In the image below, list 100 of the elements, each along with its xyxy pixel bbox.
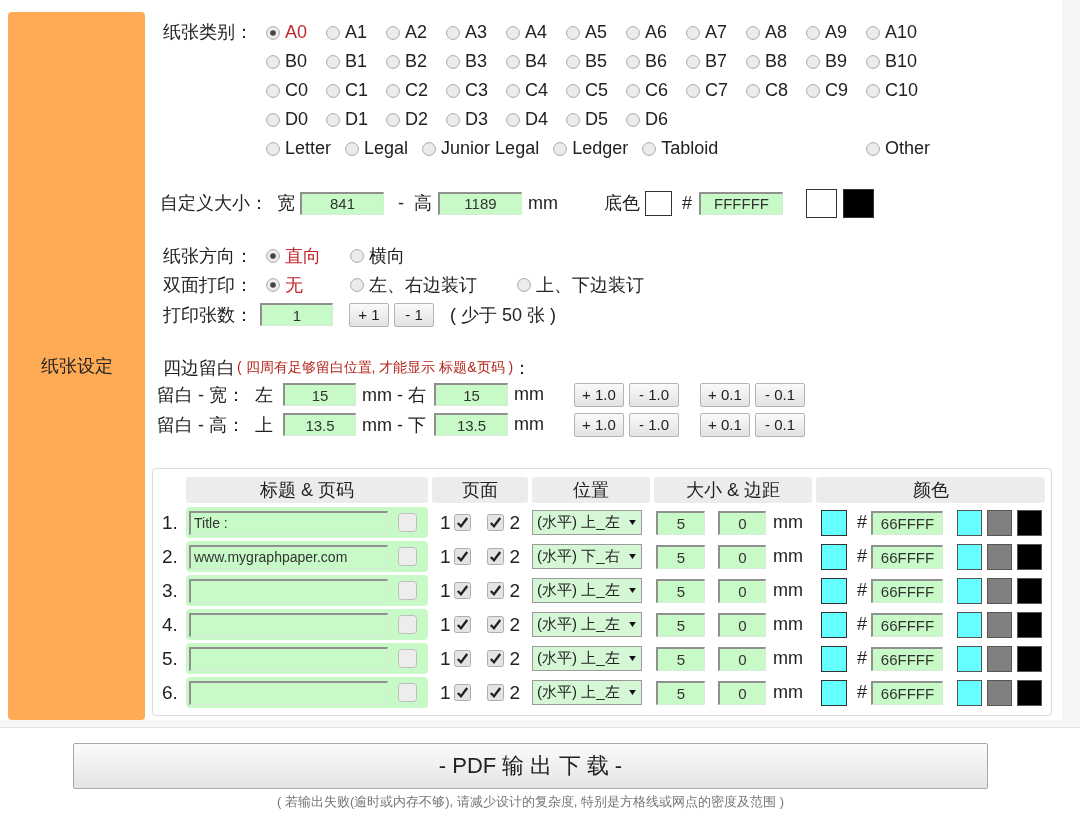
color-swatch-icon[interactable] [987, 645, 1012, 672]
radio-option[interactable]: A5 [566, 22, 626, 43]
checkbox[interactable] [453, 650, 471, 667]
color-swatch-icon[interactable] [821, 645, 847, 672]
radio-option[interactable]: 横向 [350, 243, 517, 268]
margin-field[interactable]: 13.5 [283, 413, 356, 436]
checkbox[interactable] [453, 514, 471, 531]
margin-field[interactable]: 0 [718, 544, 766, 569]
color-swatch-icon[interactable] [957, 611, 982, 638]
color-swatch-icon[interactable] [1017, 645, 1042, 672]
radio-option[interactable]: B0 [266, 51, 326, 72]
radio-option[interactable]: C2 [386, 80, 446, 101]
radio-option[interactable]: B2 [386, 51, 446, 72]
radio-option[interactable]: A8 [746, 22, 806, 43]
radio-option[interactable]: C9 [806, 80, 866, 101]
color-swatch-icon[interactable] [843, 188, 874, 218]
radio-option[interactable]: C3 [446, 80, 506, 101]
radio-option[interactable]: C10 [866, 80, 926, 101]
radio-option[interactable]: D2 [386, 109, 446, 130]
position-select[interactable]: (水平) 上_左 [532, 578, 642, 603]
radio-option[interactable]: Letter [266, 138, 332, 159]
margin-field[interactable]: 0 [718, 680, 766, 705]
radio-option[interactable]: C5 [566, 80, 626, 101]
radio-option[interactable]: B7 [686, 51, 746, 72]
radio-option[interactable]: B4 [506, 51, 566, 72]
radio-option[interactable]: A1 [326, 22, 386, 43]
radio-option[interactable]: 直向 [266, 243, 350, 268]
radio-option[interactable]: C1 [326, 80, 386, 101]
checkbox[interactable] [486, 548, 504, 565]
checkbox[interactable] [486, 582, 504, 599]
text-field[interactable]: Title : [189, 510, 388, 535]
color-swatch-icon[interactable] [806, 188, 837, 218]
margin-field[interactable]: 15 [434, 383, 508, 406]
radio-option[interactable]: D4 [506, 109, 566, 130]
radio-option[interactable]: 无 [266, 273, 350, 298]
color-swatch-icon[interactable] [957, 645, 982, 672]
margin-field[interactable]: 15 [283, 383, 356, 406]
radio-option[interactable]: A4 [506, 22, 566, 43]
color-swatch-icon[interactable] [987, 509, 1012, 536]
text-field[interactable] [189, 612, 388, 637]
checkbox[interactable] [398, 513, 417, 532]
color-swatch-icon[interactable] [821, 679, 847, 706]
color-swatch-icon[interactable] [987, 543, 1012, 570]
download-button[interactable]: - PDF 输 出 下 载 - [73, 743, 988, 789]
step-button[interactable]: + 1.0 [574, 382, 624, 407]
radio-option[interactable]: B10 [866, 51, 926, 72]
size-field[interactable]: 5 [656, 646, 705, 671]
margin-field[interactable]: 0 [718, 612, 766, 637]
radio-option[interactable]: A2 [386, 22, 446, 43]
checkbox[interactable] [453, 684, 471, 701]
radio-option[interactable]: Legal [345, 138, 409, 159]
size-field[interactable]: 5 [656, 544, 705, 569]
color-swatch-icon[interactable] [821, 611, 847, 638]
radio-option[interactable]: B1 [326, 51, 386, 72]
radio-option[interactable]: D1 [326, 109, 386, 130]
checkbox[interactable] [398, 683, 417, 702]
color-swatch-icon[interactable] [1017, 509, 1042, 536]
color-swatch-icon[interactable] [821, 577, 847, 604]
radio-option[interactable]: B6 [626, 51, 686, 72]
height-field[interactable]: 1189 [438, 191, 522, 215]
checkbox[interactable] [486, 616, 504, 633]
copies-field[interactable]: 1 [260, 303, 333, 327]
step-button[interactable]: - 1.0 [629, 412, 679, 437]
text-field[interactable] [189, 680, 388, 705]
step-button[interactable]: - 0.1 [755, 382, 805, 407]
size-field[interactable]: 5 [656, 578, 705, 603]
color-swatch-icon[interactable] [957, 577, 982, 604]
radio-option[interactable]: C0 [266, 80, 326, 101]
color-swatch-icon[interactable] [1017, 577, 1042, 604]
radio-option[interactable]: B3 [446, 51, 506, 72]
checkbox[interactable] [398, 615, 417, 634]
radio-option[interactable]: C4 [506, 80, 566, 101]
size-field[interactable]: 5 [656, 680, 705, 705]
step-button[interactable]: - 0.1 [755, 412, 805, 437]
color-field[interactable]: 66FFFF [871, 578, 943, 603]
text-field[interactable]: www.mygraphpaper.com [189, 544, 388, 569]
margin-field[interactable]: 0 [718, 646, 766, 671]
radio-option[interactable]: Ledger [553, 138, 629, 159]
step-button[interactable]: + 1 [349, 302, 389, 327]
position-select[interactable]: (水平) 上_左 [532, 646, 642, 671]
color-swatch-icon[interactable] [645, 190, 672, 216]
radio-option[interactable]: C8 [746, 80, 806, 101]
radio-option[interactable]: Tabloid [642, 138, 719, 159]
margin-field[interactable]: 0 [718, 510, 766, 535]
color-field[interactable]: 66FFFF [871, 646, 943, 671]
radio-option[interactable]: D5 [566, 109, 626, 130]
position-select[interactable]: (水平) 上_左 [532, 510, 642, 535]
step-button[interactable]: - 1 [394, 302, 434, 327]
color-swatch-icon[interactable] [1017, 611, 1042, 638]
text-field[interactable] [189, 646, 388, 671]
checkbox[interactable] [453, 616, 471, 633]
text-field[interactable] [189, 578, 388, 603]
radio-option[interactable]: B9 [806, 51, 866, 72]
color-field[interactable]: 66FFFF [871, 544, 943, 569]
color-field[interactable]: 66FFFF [871, 510, 943, 535]
color-field[interactable]: FFFFFF [699, 191, 783, 215]
checkbox[interactable] [453, 582, 471, 599]
radio-option[interactable]: 上、下边装订 [517, 273, 644, 298]
checkbox[interactable] [398, 649, 417, 668]
radio-option[interactable]: 左、右边装订 [350, 273, 517, 298]
